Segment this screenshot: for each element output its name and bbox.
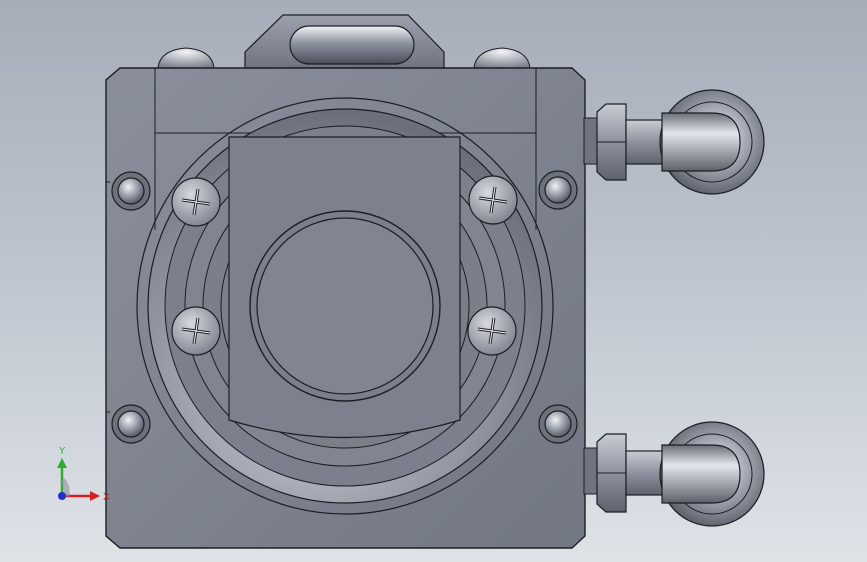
x-axis-arrowhead [90,491,100,501]
y-axis-label: Y [58,446,66,457]
phillips-screw-icon [171,306,221,356]
phillips-screw-icon [468,175,518,225]
corner-hole [538,404,578,444]
y-axis-arrowhead [57,458,67,468]
center-disc [249,210,441,402]
cad-model[interactable] [0,0,867,562]
x-axis-label: X [103,492,110,503]
cad-viewport[interactable]: Y X [0,0,867,562]
axis-triad-icon: Y X [57,446,110,503]
corner-hole [111,171,151,211]
hose-fitting-upper [583,89,765,195]
phillips-screw-icon [171,177,221,227]
phillips-screw-icon [467,306,517,356]
top-slot-tab [244,14,445,69]
z-axis-dot [58,492,66,500]
corner-hole [538,170,578,210]
corner-hole [111,404,151,444]
hose-fitting-lower [583,421,765,527]
